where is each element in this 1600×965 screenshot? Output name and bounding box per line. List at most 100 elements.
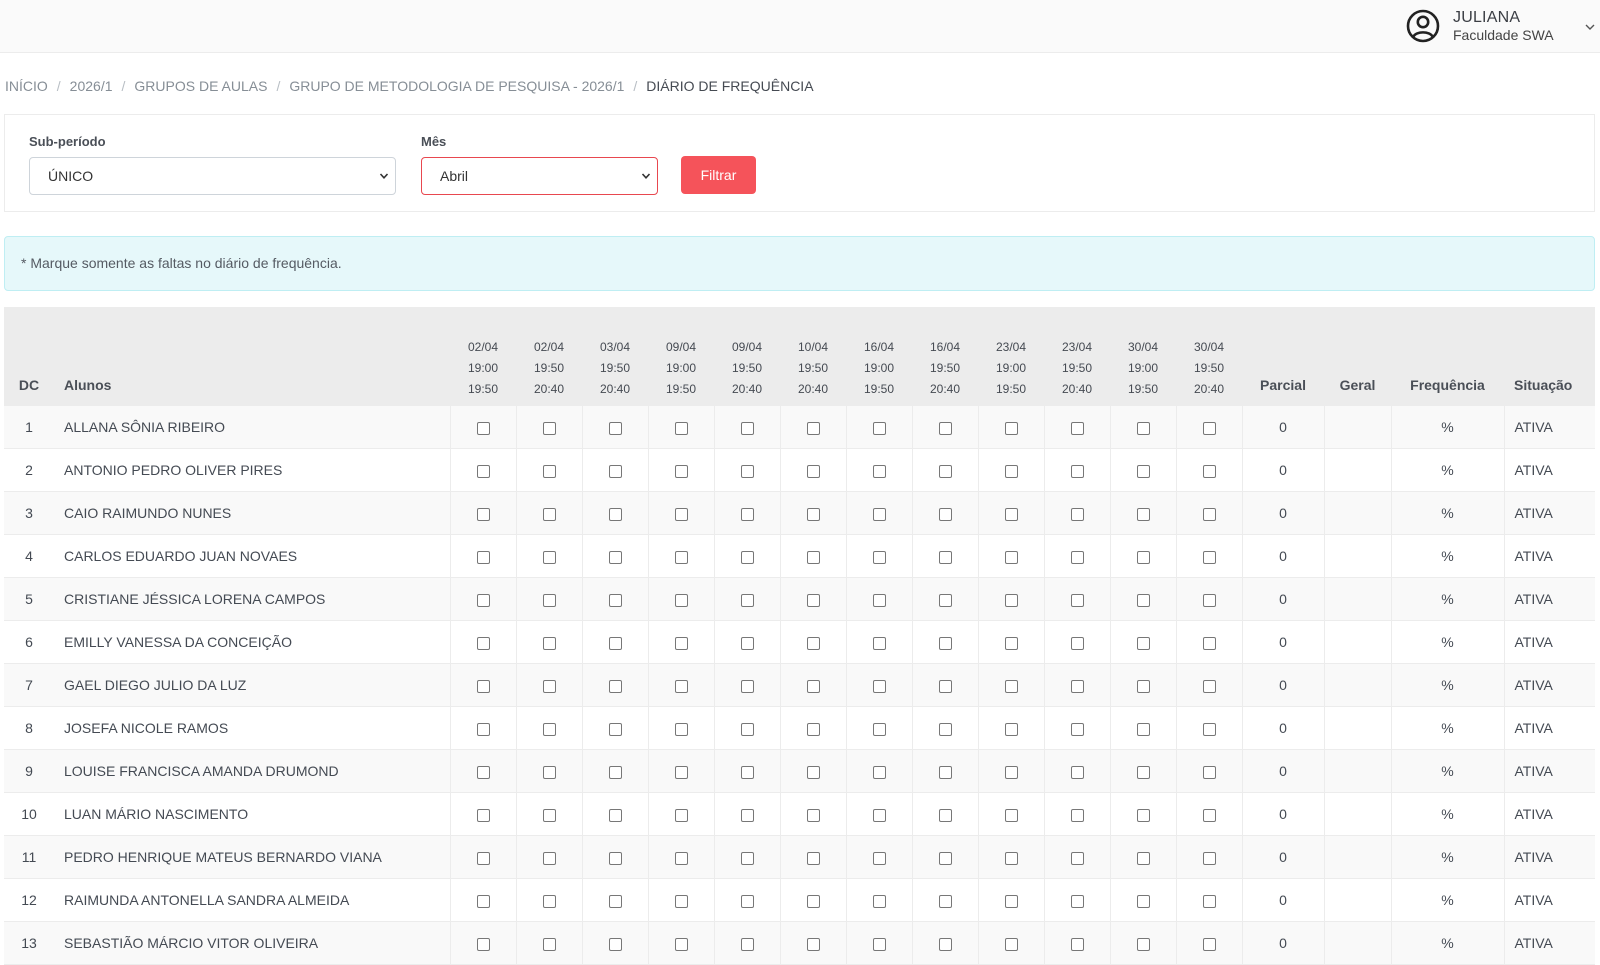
absence-checkbox[interactable] — [1202, 851, 1216, 865]
absence-checkbox[interactable] — [1136, 722, 1150, 736]
absence-checkbox[interactable] — [542, 593, 556, 607]
absence-checkbox[interactable] — [806, 636, 820, 650]
filter-button[interactable]: Filtrar — [681, 156, 756, 194]
absence-checkbox[interactable] — [1202, 894, 1216, 908]
absence-checkbox[interactable] — [1070, 894, 1084, 908]
absence-checkbox[interactable] — [476, 507, 490, 521]
absence-checkbox[interactable] — [542, 464, 556, 478]
absence-checkbox[interactable] — [1202, 679, 1216, 693]
absence-checkbox[interactable] — [674, 550, 688, 564]
absence-checkbox[interactable] — [1004, 722, 1018, 736]
absence-checkbox[interactable] — [608, 507, 622, 521]
absence-checkbox[interactable] — [542, 722, 556, 736]
absence-checkbox[interactable] — [938, 937, 952, 951]
absence-checkbox[interactable] — [938, 722, 952, 736]
absence-checkbox[interactable] — [476, 550, 490, 564]
absence-checkbox[interactable] — [806, 722, 820, 736]
absence-checkbox[interactable] — [1004, 550, 1018, 564]
absence-checkbox[interactable] — [608, 636, 622, 650]
absence-checkbox[interactable] — [1070, 507, 1084, 521]
absence-checkbox[interactable] — [740, 808, 754, 822]
absence-checkbox[interactable] — [1004, 421, 1018, 435]
absence-checkbox[interactable] — [608, 464, 622, 478]
absence-checkbox[interactable] — [674, 722, 688, 736]
absence-checkbox[interactable] — [476, 679, 490, 693]
absence-checkbox[interactable] — [806, 421, 820, 435]
absence-checkbox[interactable] — [1202, 937, 1216, 951]
absence-checkbox[interactable] — [872, 421, 886, 435]
absence-checkbox[interactable] — [674, 421, 688, 435]
absence-checkbox[interactable] — [1070, 851, 1084, 865]
absence-checkbox[interactable] — [872, 894, 886, 908]
absence-checkbox[interactable] — [608, 937, 622, 951]
absence-checkbox[interactable] — [740, 636, 754, 650]
absence-checkbox[interactable] — [542, 765, 556, 779]
absence-checkbox[interactable] — [872, 636, 886, 650]
absence-checkbox[interactable] — [938, 464, 952, 478]
absence-checkbox[interactable] — [1136, 894, 1150, 908]
breadcrumb-class-groups[interactable]: GRUPOS DE AULAS — [134, 78, 267, 94]
breadcrumb-group[interactable]: GRUPO DE METODOLOGIA DE PESQUISA - 2026/… — [289, 78, 624, 94]
absence-checkbox[interactable] — [806, 679, 820, 693]
absence-checkbox[interactable] — [1070, 808, 1084, 822]
absence-checkbox[interactable] — [1004, 507, 1018, 521]
absence-checkbox[interactable] — [806, 937, 820, 951]
absence-checkbox[interactable] — [1004, 765, 1018, 779]
absence-checkbox[interactable] — [1004, 636, 1018, 650]
absence-checkbox[interactable] — [608, 765, 622, 779]
absence-checkbox[interactable] — [872, 937, 886, 951]
absence-checkbox[interactable] — [806, 808, 820, 822]
absence-checkbox[interactable] — [740, 937, 754, 951]
absence-checkbox[interactable] — [476, 808, 490, 822]
absence-checkbox[interactable] — [872, 765, 886, 779]
absence-checkbox[interactable] — [1004, 593, 1018, 607]
absence-checkbox[interactable] — [872, 550, 886, 564]
absence-checkbox[interactable] — [1136, 937, 1150, 951]
absence-checkbox[interactable] — [806, 765, 820, 779]
absence-checkbox[interactable] — [608, 808, 622, 822]
absence-checkbox[interactable] — [608, 593, 622, 607]
absence-checkbox[interactable] — [1136, 507, 1150, 521]
absence-checkbox[interactable] — [674, 937, 688, 951]
absence-checkbox[interactable] — [1070, 550, 1084, 564]
absence-checkbox[interactable] — [674, 636, 688, 650]
absence-checkbox[interactable] — [1004, 894, 1018, 908]
chevron-down-icon[interactable] — [1584, 22, 1596, 32]
absence-checkbox[interactable] — [542, 808, 556, 822]
absence-checkbox[interactable] — [674, 765, 688, 779]
absence-checkbox[interactable] — [674, 593, 688, 607]
absence-checkbox[interactable] — [608, 421, 622, 435]
absence-checkbox[interactable] — [872, 507, 886, 521]
absence-checkbox[interactable] — [674, 894, 688, 908]
absence-checkbox[interactable] — [1136, 464, 1150, 478]
absence-checkbox[interactable] — [608, 550, 622, 564]
absence-checkbox[interactable] — [608, 722, 622, 736]
absence-checkbox[interactable] — [1136, 765, 1150, 779]
absence-checkbox[interactable] — [1202, 593, 1216, 607]
absence-checkbox[interactable] — [938, 421, 952, 435]
absence-checkbox[interactable] — [938, 550, 952, 564]
absence-checkbox[interactable] — [476, 421, 490, 435]
absence-checkbox[interactable] — [1004, 464, 1018, 478]
user-name[interactable]: JULIANA — [1453, 9, 1520, 27]
absence-checkbox[interactable] — [872, 464, 886, 478]
absence-checkbox[interactable] — [740, 507, 754, 521]
absence-checkbox[interactable] — [938, 808, 952, 822]
absence-checkbox[interactable] — [806, 593, 820, 607]
absence-checkbox[interactable] — [1004, 808, 1018, 822]
absence-checkbox[interactable] — [740, 851, 754, 865]
absence-checkbox[interactable] — [740, 679, 754, 693]
absence-checkbox[interactable] — [476, 464, 490, 478]
absence-checkbox[interactable] — [1070, 937, 1084, 951]
absence-checkbox[interactable] — [542, 507, 556, 521]
absence-checkbox[interactable] — [806, 550, 820, 564]
absence-checkbox[interactable] — [542, 851, 556, 865]
absence-checkbox[interactable] — [1004, 851, 1018, 865]
absence-checkbox[interactable] — [1136, 808, 1150, 822]
absence-checkbox[interactable] — [740, 765, 754, 779]
absence-checkbox[interactable] — [476, 894, 490, 908]
absence-checkbox[interactable] — [872, 722, 886, 736]
absence-checkbox[interactable] — [938, 851, 952, 865]
absence-checkbox[interactable] — [1202, 722, 1216, 736]
absence-checkbox[interactable] — [1004, 937, 1018, 951]
